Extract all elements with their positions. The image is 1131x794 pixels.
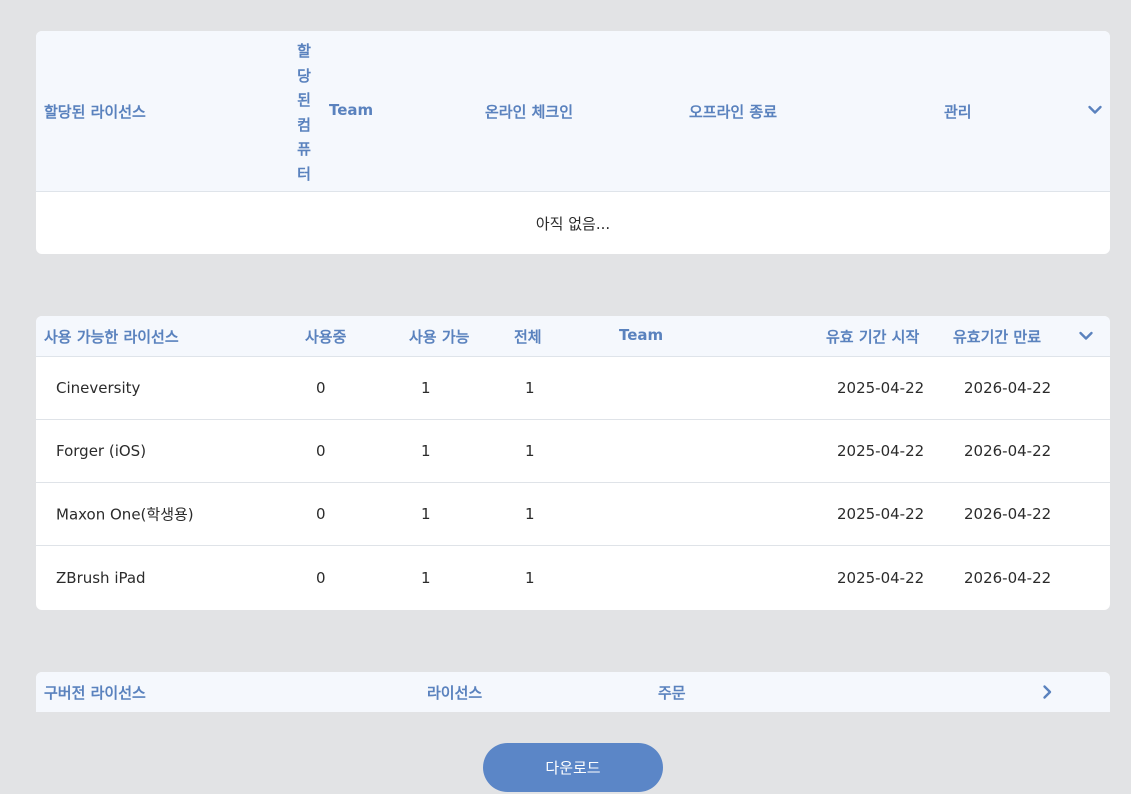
col-in-use[interactable]: 사용중 — [305, 326, 346, 347]
in-use-count: 0 — [316, 568, 326, 587]
table-row[interactable]: ZBrush iPad 0 1 1 2025-04-22 2026-04-22 — [36, 546, 1110, 609]
license-name: Forger (iOS) — [56, 442, 147, 460]
col-total[interactable]: 전체 — [514, 326, 542, 347]
table-row[interactable]: Forger (iOS) 0 1 1 2025-04-22 2026-04-22 — [36, 420, 1110, 483]
assigned-licenses-panel: 할당된 라이선스 할 당 된 컴 퓨 터 Team 온라인 체크인 오프라인 종… — [36, 31, 1110, 254]
total-count: 1 — [525, 379, 535, 397]
legacy-licenses-header[interactable]: 구버전 라이선스 라이선스 주문 — [36, 672, 1110, 712]
available-count: 1 — [421, 568, 431, 587]
available-licenses-header: 사용 가능한 라이선스 사용중 사용 가능 전체 Team 유효 기간 시작 유… — [36, 316, 1110, 357]
col-assigned-computer-char: 된 — [297, 91, 311, 109]
col-assigned-computer[interactable]: 할 당 된 컴 퓨 터 — [297, 39, 311, 186]
col-valid-start[interactable]: 유효 기간 시작 — [826, 326, 919, 347]
col-assigned-computer-char: 터 — [297, 164, 311, 183]
chevron-right-icon[interactable] — [1036, 681, 1058, 703]
valid-start-date: 2025-04-22 — [837, 442, 925, 460]
available-count: 1 — [421, 379, 431, 397]
valid-start-date: 2025-04-22 — [837, 379, 925, 397]
valid-end-date: 2026-04-22 — [964, 505, 1052, 523]
chevron-down-icon[interactable] — [1084, 99, 1106, 121]
valid-end-date: 2026-04-22 — [964, 379, 1052, 397]
valid-start-date: 2025-04-22 — [837, 568, 925, 587]
in-use-count: 0 — [316, 379, 326, 397]
col-offline-end[interactable]: 오프라인 종료 — [689, 101, 777, 122]
empty-message: 아직 없음... — [535, 214, 611, 233]
valid-start-date: 2025-04-22 — [837, 505, 925, 523]
available-licenses-body: Cineversity 0 1 1 2025-04-22 2026-04-22 … — [36, 357, 1110, 609]
col-assigned-license[interactable]: 할당된 라이선스 — [44, 101, 146, 122]
col-available-team[interactable]: Team — [619, 326, 663, 344]
col-assigned-computer-char: 당 — [297, 66, 311, 85]
license-name: ZBrush iPad — [56, 568, 146, 587]
available-licenses-panel: 사용 가능한 라이선스 사용중 사용 가능 전체 Team 유효 기간 시작 유… — [36, 316, 1110, 610]
total-count: 1 — [525, 442, 535, 460]
col-available-license[interactable]: 사용 가능한 라이선스 — [44, 326, 179, 347]
in-use-count: 0 — [316, 442, 326, 460]
col-legacy-license[interactable]: 구버전 라이선스 — [44, 682, 146, 703]
col-legacy-order[interactable]: 주문 — [658, 682, 686, 703]
col-assigned-computer-char: 컴 — [297, 115, 311, 134]
chevron-down-icon[interactable] — [1075, 325, 1097, 347]
legacy-licenses-panel: 구버전 라이선스 라이선스 주문 — [36, 672, 1110, 712]
assigned-licenses-header: 할당된 라이선스 할 당 된 컴 퓨 터 Team 온라인 체크인 오프라인 종… — [36, 31, 1110, 192]
table-row[interactable]: Maxon One(학생용) 0 1 1 2025-04-22 2026-04-… — [36, 483, 1110, 546]
available-count: 1 — [421, 505, 431, 523]
download-button[interactable]: 다운로드 — [483, 743, 663, 792]
col-legacy-license-key[interactable]: 라이선스 — [427, 682, 482, 703]
available-count: 1 — [421, 442, 431, 460]
total-count: 1 — [525, 505, 535, 523]
valid-end-date: 2026-04-22 — [964, 568, 1052, 587]
in-use-count: 0 — [316, 505, 326, 523]
col-assigned-computer-char: 할 — [297, 42, 311, 60]
col-available[interactable]: 사용 가능 — [409, 326, 469, 347]
col-manage[interactable]: 관리 — [944, 101, 972, 122]
total-count: 1 — [525, 568, 535, 587]
valid-end-date: 2026-04-22 — [964, 442, 1052, 460]
col-valid-end[interactable]: 유효기간 만료 — [953, 326, 1041, 347]
col-online-checkin[interactable]: 온라인 체크인 — [485, 101, 573, 122]
license-name: Maxon One(학생용) — [56, 505, 194, 524]
col-assigned-computer-char: 퓨 — [297, 140, 311, 158]
license-name: Cineversity — [56, 379, 141, 397]
table-row[interactable]: Cineversity 0 1 1 2025-04-22 2026-04-22 — [36, 357, 1110, 420]
col-assigned-team[interactable]: Team — [329, 101, 373, 119]
